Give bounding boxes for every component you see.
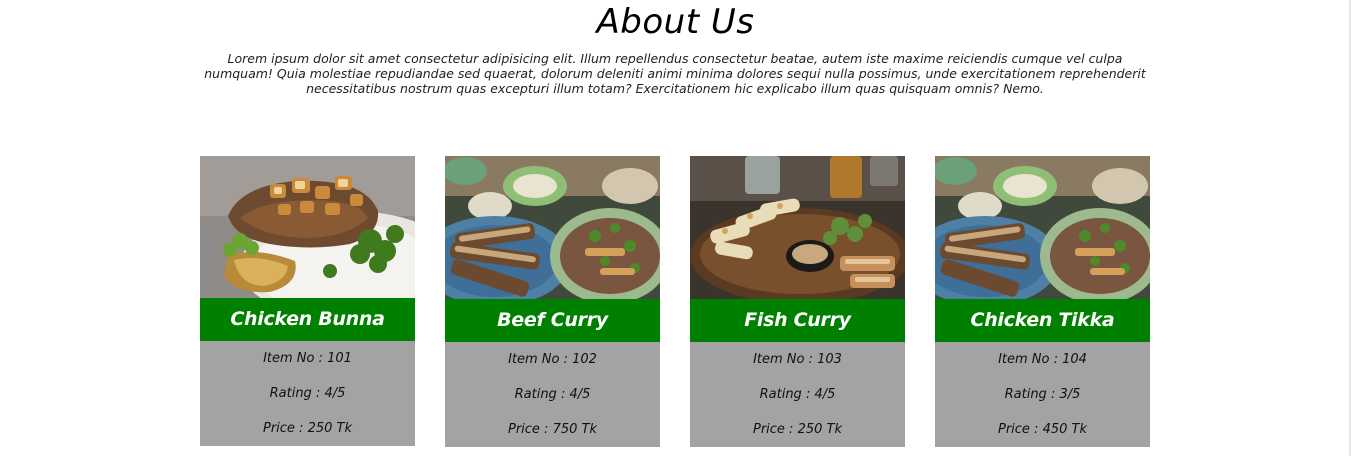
menu-card[interactable]: Chicken Bunna Item No : 101 Rating : 4/5… — [200, 156, 415, 446]
bread-and-bowls-photo — [445, 156, 660, 299]
item-rating: Rating : 3/5 — [1004, 387, 1081, 402]
card-info: Item No : 103 Rating : 4/5 Price : 250 T… — [690, 342, 905, 447]
item-number: Item No : 102 — [508, 352, 597, 367]
fish-platter-photo — [690, 156, 905, 299]
item-price: Price : 250 Tk — [262, 421, 352, 436]
card-info: Item No : 104 Rating : 3/5 Price : 450 T… — [935, 342, 1150, 447]
item-number: Item No : 101 — [263, 351, 352, 366]
card-info: Item No : 102 Rating : 4/5 Price : 750 T… — [445, 342, 660, 447]
item-number: Item No : 103 — [753, 352, 842, 367]
item-rating: Rating : 4/5 — [759, 387, 836, 402]
card-title: Beef Curry — [445, 299, 660, 342]
item-rating: Rating : 4/5 — [514, 387, 591, 402]
page-title: About Us — [596, 2, 755, 42]
menu-card[interactable]: Fish Curry Item No : 103 Rating : 4/5 Pr… — [690, 156, 905, 447]
menu-card[interactable]: Chicken Tikka Item No : 104 Rating : 3/5… — [935, 156, 1150, 447]
card-title: Fish Curry — [690, 299, 905, 342]
bread-and-bowls-photo — [935, 156, 1150, 299]
item-price: Price : 250 Tk — [752, 422, 842, 437]
item-price: Price : 750 Tk — [507, 422, 597, 437]
item-rating: Rating : 4/5 — [269, 386, 346, 401]
card-title: Chicken Bunna — [200, 298, 415, 341]
about-description: Lorem ipsum dolor sit amet consectetur a… — [204, 51, 1146, 96]
menu-card[interactable]: Beef Curry Item No : 102 Rating : 4/5 Pr… — [445, 156, 660, 447]
card-info: Item No : 101 Rating : 4/5 Price : 250 T… — [200, 341, 415, 446]
item-number: Item No : 104 — [998, 352, 1087, 367]
grilled-chicken-photo — [200, 156, 415, 298]
item-price: Price : 450 Tk — [997, 422, 1087, 437]
card-title: Chicken Tikka — [935, 299, 1150, 342]
